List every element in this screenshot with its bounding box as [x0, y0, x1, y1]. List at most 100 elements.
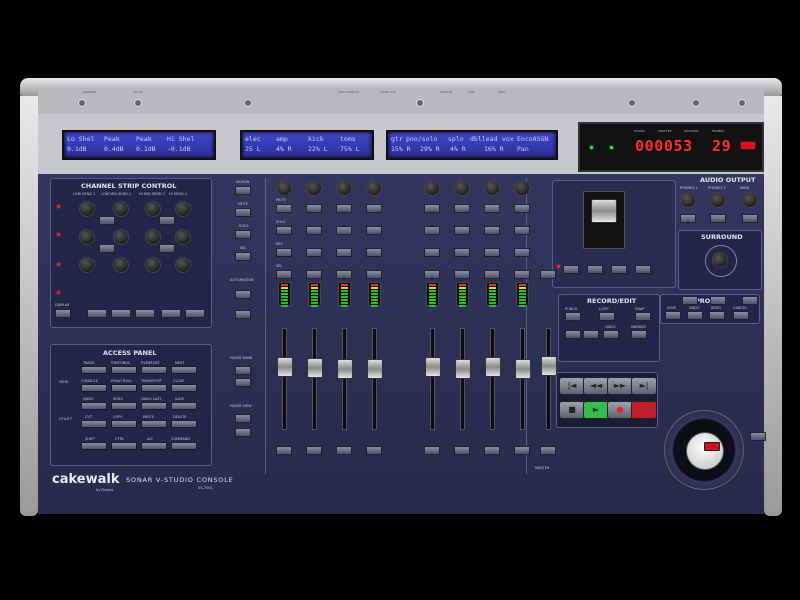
- channel-knob[interactable]: [424, 180, 440, 196]
- play-button[interactable]: ►: [583, 401, 609, 419]
- record-button[interactable]: ●: [607, 401, 633, 419]
- output-button[interactable]: [710, 214, 726, 223]
- channel-strip-button[interactable]: [540, 446, 556, 455]
- strip-button[interactable]: [159, 216, 175, 225]
- channel-rec-button[interactable]: [484, 248, 500, 257]
- channel-sel-button[interactable]: [306, 270, 322, 279]
- eq-knob[interactable]: [145, 201, 161, 217]
- access-button[interactable]: [81, 384, 107, 392]
- fast-forward-button[interactable]: ►►: [607, 377, 633, 395]
- channel-strip-button[interactable]: [306, 446, 322, 455]
- loop-button[interactable]: [599, 312, 615, 321]
- strip-button[interactable]: [99, 216, 115, 225]
- channel-fader[interactable]: [367, 359, 383, 379]
- channel-fader[interactable]: [337, 359, 353, 379]
- undo-edit-button[interactable]: [603, 330, 619, 339]
- sel-all-button[interactable]: [235, 252, 251, 261]
- project-redo-button[interactable]: [709, 311, 725, 320]
- select-button[interactable]: [750, 432, 766, 441]
- eq-knob[interactable]: [113, 257, 129, 273]
- punch-button[interactable]: [565, 312, 581, 321]
- eq-knob[interactable]: [175, 201, 191, 217]
- strip-nav-button[interactable]: [111, 309, 131, 318]
- channel-sel-button[interactable]: [514, 270, 530, 279]
- eq-knob[interactable]: [113, 201, 129, 217]
- phones-1-knob[interactable]: [680, 192, 696, 208]
- access-button[interactable]: [111, 402, 137, 410]
- channel-mute-button[interactable]: [424, 204, 440, 213]
- fader-view-button[interactable]: [235, 428, 251, 437]
- channel-mute-button[interactable]: [336, 204, 352, 213]
- display-button[interactable]: [55, 309, 71, 318]
- channel-solo-button[interactable]: [424, 226, 440, 235]
- channel-strip-button[interactable]: [514, 446, 530, 455]
- modifier-button[interactable]: [171, 442, 197, 450]
- eq-knob[interactable]: [79, 201, 95, 217]
- assign-button[interactable]: [235, 186, 251, 195]
- eq-knob[interactable]: [79, 257, 95, 273]
- access-button[interactable]: [111, 420, 137, 428]
- surround-button[interactable]: [682, 296, 698, 305]
- master-button[interactable]: [540, 270, 556, 279]
- channel-fader[interactable]: [455, 359, 471, 379]
- access-button[interactable]: [171, 366, 197, 374]
- channel-mute-button[interactable]: [276, 204, 292, 213]
- channel-sel-button[interactable]: [454, 270, 470, 279]
- shuttle-button[interactable]: [704, 442, 720, 451]
- phones-2-knob[interactable]: [710, 192, 726, 208]
- go-to-start-button[interactable]: |◄: [559, 377, 585, 395]
- fader-bank-button[interactable]: [235, 366, 251, 375]
- modifier-button[interactable]: [111, 442, 137, 450]
- record-edit-button[interactable]: [565, 330, 581, 339]
- eq-knob[interactable]: [145, 229, 161, 245]
- channel-solo-button[interactable]: [366, 226, 382, 235]
- channel-knob[interactable]: [366, 180, 382, 196]
- eq-knob[interactable]: [145, 257, 161, 273]
- channel-strip-button[interactable]: [424, 446, 440, 455]
- channel-fader[interactable]: [425, 357, 441, 377]
- channel-solo-button[interactable]: [454, 226, 470, 235]
- strip-nav-button[interactable]: [161, 309, 181, 318]
- channel-knob[interactable]: [514, 180, 530, 196]
- strip-nav-button[interactable]: [135, 309, 155, 318]
- access-button[interactable]: [141, 384, 167, 392]
- record-arm-button[interactable]: [631, 401, 657, 419]
- channel-strip-button[interactable]: [454, 446, 470, 455]
- project-cancel-button[interactable]: [733, 311, 749, 320]
- snap-button[interactable]: [635, 312, 651, 321]
- edit-button[interactable]: [563, 265, 579, 274]
- project-undo-button[interactable]: [687, 311, 703, 320]
- channel-rec-button[interactable]: [336, 248, 352, 257]
- automation-button[interactable]: [235, 310, 251, 319]
- eq-knob[interactable]: [175, 257, 191, 273]
- channel-solo-button[interactable]: [306, 226, 322, 235]
- edit-button[interactable]: [635, 265, 651, 274]
- jog-wheel[interactable]: [686, 432, 724, 470]
- channel-rec-button[interactable]: [276, 248, 292, 257]
- access-button[interactable]: [171, 384, 197, 392]
- access-button[interactable]: [81, 420, 107, 428]
- channel-knob[interactable]: [484, 180, 500, 196]
- output-button[interactable]: [680, 214, 696, 223]
- strip-nav-button[interactable]: [185, 309, 205, 318]
- channel-fader[interactable]: [515, 359, 531, 379]
- channel-mute-button[interactable]: [514, 204, 530, 213]
- fader-view-button[interactable]: [235, 414, 251, 423]
- channel-rec-button[interactable]: [424, 248, 440, 257]
- access-button[interactable]: [111, 366, 137, 374]
- record-edit-button[interactable]: [583, 330, 599, 339]
- modifier-button[interactable]: [81, 442, 107, 450]
- channel-strip-button[interactable]: [276, 446, 292, 455]
- channel-solo-button[interactable]: [484, 226, 500, 235]
- eq-knob[interactable]: [113, 229, 129, 245]
- channel-fader[interactable]: [307, 358, 323, 378]
- channel-fader[interactable]: [485, 357, 501, 377]
- channel-strip-button[interactable]: [366, 446, 382, 455]
- access-button[interactable]: [81, 366, 107, 374]
- channel-mute-button[interactable]: [306, 204, 322, 213]
- access-button[interactable]: [141, 420, 167, 428]
- eq-knob[interactable]: [79, 229, 95, 245]
- channel-solo-button[interactable]: [514, 226, 530, 235]
- output-button[interactable]: [742, 214, 758, 223]
- channel-knob[interactable]: [306, 180, 322, 196]
